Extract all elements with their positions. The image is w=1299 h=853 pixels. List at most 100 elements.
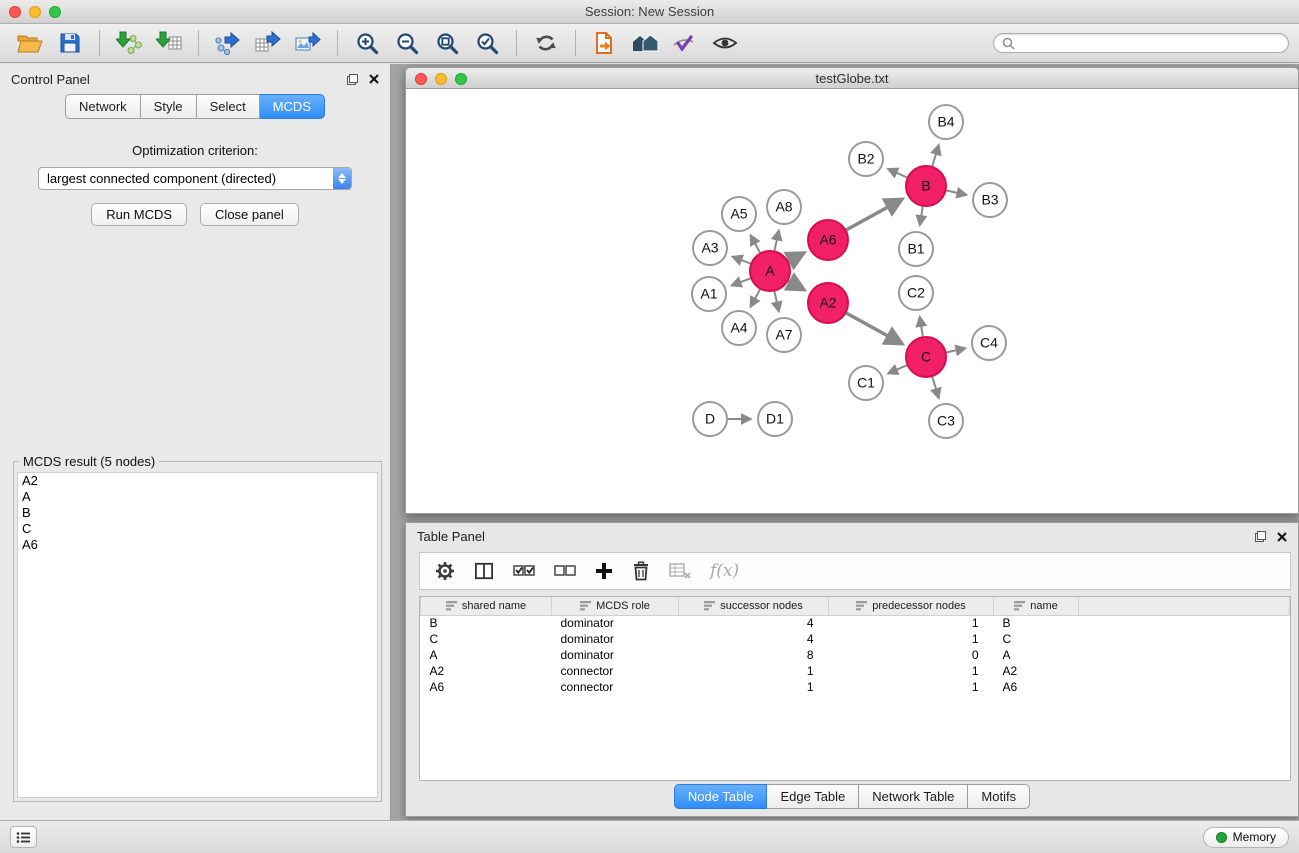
mcds-result-item-a2[interactable]: A2	[18, 473, 377, 489]
graph-edge-A-A5[interactable]	[751, 235, 761, 253]
delete-table-button[interactable]	[669, 555, 691, 587]
close-table-panel-button[interactable]	[1277, 532, 1287, 542]
show-panels-button[interactable]	[10, 826, 37, 848]
table-cell[interactable]: 4	[679, 615, 829, 631]
table-cell[interactable]: A6	[421, 679, 552, 695]
graph-node-C4[interactable]: C4	[972, 326, 1006, 360]
graph-edge-C-C4[interactable]	[947, 348, 966, 352]
table-cell[interactable]: 8	[679, 647, 829, 663]
table-cell[interactable]: 1	[829, 679, 994, 695]
graph-node-A[interactable]: A	[750, 251, 790, 291]
control-tab-select[interactable]: Select	[197, 94, 260, 119]
graph-edge-A-A8[interactable]	[775, 230, 779, 250]
create-column-button[interactable]	[595, 555, 613, 587]
delete-column-button[interactable]	[632, 555, 650, 587]
export-network-button[interactable]	[208, 27, 248, 59]
function-builder-button[interactable]: f(x)	[710, 561, 739, 581]
table-cell[interactable]: B	[421, 615, 552, 631]
graph-node-C3[interactable]: C3	[929, 404, 963, 438]
table-cell[interactable]: 4	[679, 631, 829, 647]
graph-node-D1[interactable]: D1	[758, 402, 792, 436]
table-cell[interactable]: C	[421, 631, 552, 647]
mcds-result-item-c[interactable]: C	[18, 521, 377, 537]
save-session-button[interactable]	[50, 27, 90, 59]
graph-edge-A-A4[interactable]	[751, 289, 761, 307]
column-header-shared-name[interactable]: shared name	[421, 597, 552, 615]
graph-edge-C-C2[interactable]	[920, 317, 923, 337]
graph-node-A1[interactable]: A1	[692, 277, 726, 311]
mcds-result-item-a6[interactable]: A6	[18, 537, 377, 553]
table-cell[interactable]: dominator	[552, 647, 679, 663]
graph-node-A5[interactable]: A5	[722, 197, 756, 231]
minimize-window-button[interactable]	[29, 6, 41, 18]
table-cell[interactable]: 1	[679, 679, 829, 695]
zoom-out-button[interactable]	[387, 27, 427, 59]
graph-node-B4[interactable]: B4	[929, 105, 963, 139]
float-table-panel-button[interactable]	[1255, 531, 1266, 542]
close-control-panel-button[interactable]	[369, 74, 379, 84]
graph-node-A4[interactable]: A4	[722, 311, 756, 345]
table-row[interactable]: Cdominator41C	[421, 631, 1290, 647]
column-header-successor-nodes[interactable]: successor nodes	[679, 597, 829, 615]
table-cell[interactable]: 1	[829, 615, 994, 631]
table-cell[interactable]: A2	[994, 663, 1079, 679]
table-cell[interactable]: A2	[421, 663, 552, 679]
run-mcds-button[interactable]: Run MCDS	[91, 203, 187, 226]
table-cell[interactable]: connector	[552, 679, 679, 695]
graph-node-A6[interactable]: A6	[808, 220, 848, 260]
table-row[interactable]: A6connector11A6	[421, 679, 1290, 695]
table-tab-node-table[interactable]: Node Table	[674, 784, 768, 809]
open-session-button[interactable]	[585, 27, 625, 59]
search-input[interactable]	[1020, 36, 1280, 50]
graph-node-C1[interactable]: C1	[849, 366, 883, 400]
table-cell[interactable]: dominator	[552, 615, 679, 631]
graph-node-A2[interactable]: A2	[808, 283, 848, 323]
float-control-panel-button[interactable]	[347, 74, 358, 85]
graph-node-A7[interactable]: A7	[767, 318, 801, 352]
zoom-in-button[interactable]	[347, 27, 387, 59]
graph-node-B3[interactable]: B3	[973, 183, 1007, 217]
table-row[interactable]: Adominator80A	[421, 647, 1290, 663]
control-tab-mcds[interactable]: MCDS	[260, 94, 325, 119]
graph-node-B[interactable]: B	[906, 166, 946, 206]
close-panel-button[interactable]: Close panel	[200, 203, 299, 226]
graph-edge-B-B3[interactable]	[947, 191, 967, 195]
table-settings-button[interactable]	[435, 555, 455, 587]
memory-button[interactable]: Memory	[1203, 827, 1289, 848]
graph-edge-C-C3[interactable]	[932, 377, 939, 398]
table-tab-motifs[interactable]: Motifs	[968, 784, 1030, 809]
graph-node-B1[interactable]: B1	[899, 232, 933, 266]
graph-edge-B-B4[interactable]	[932, 145, 939, 166]
zoom-selected-button[interactable]	[467, 27, 507, 59]
open-file-button[interactable]	[10, 27, 50, 59]
export-image-button[interactable]	[288, 27, 328, 59]
graph-edge-A-A1[interactable]	[732, 278, 751, 285]
table-cell[interactable]: A6	[994, 679, 1079, 695]
network-close-button[interactable]	[415, 73, 427, 85]
graph-edge-A-A7[interactable]	[775, 292, 779, 312]
table-cell[interactable]: 1	[829, 631, 994, 647]
table-cell[interactable]: 0	[829, 647, 994, 663]
unselect-all-columns-button[interactable]	[554, 555, 576, 587]
mcds-result-item-a[interactable]: A	[18, 489, 377, 505]
column-header-mcds-role[interactable]: MCDS role	[552, 597, 679, 615]
table-cell[interactable]: B	[994, 615, 1079, 631]
import-table-button[interactable]	[149, 27, 189, 59]
search-box[interactable]	[993, 33, 1289, 53]
graph-edge-C-C1[interactable]	[888, 365, 907, 373]
show-overview-button[interactable]	[625, 27, 665, 59]
table-cell[interactable]: dominator	[552, 631, 679, 647]
graph-node-C[interactable]: C	[906, 337, 946, 377]
network-window-titlebar[interactable]: testGlobe.txt	[405, 67, 1299, 89]
table-cell[interactable]: C	[994, 631, 1079, 647]
table-tab-network-table[interactable]: Network Table	[859, 784, 968, 809]
table-cell[interactable]: connector	[552, 663, 679, 679]
graph-node-D[interactable]: D	[693, 402, 727, 436]
control-tab-network[interactable]: Network	[65, 94, 141, 119]
network-zoom-button[interactable]	[455, 73, 467, 85]
refresh-layout-button[interactable]	[526, 27, 566, 59]
mcds-result-item-b[interactable]: B	[18, 505, 377, 521]
table-row[interactable]: Bdominator41B	[421, 615, 1290, 631]
network-canvas[interactable]: B4B2BB3A5A8A6B1A3AC2A1A2A4A7C4CC1C3DD1	[405, 89, 1299, 514]
table-cell[interactable]: 1	[829, 663, 994, 679]
